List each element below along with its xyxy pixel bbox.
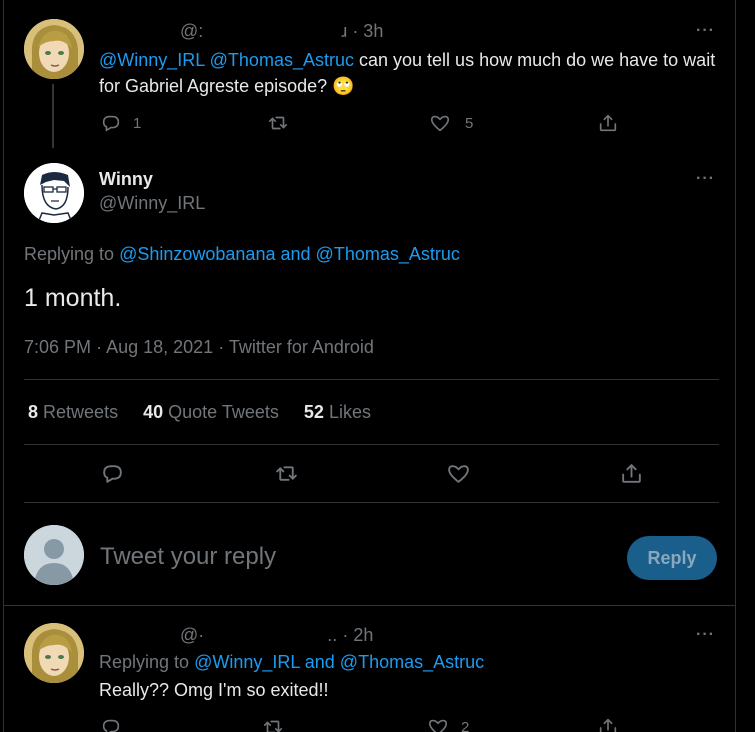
tweet1-reply-count: 1: [133, 114, 142, 132]
tweet3-time[interactable]: · 2h: [342, 625, 373, 645]
tweet3-like-count: 2: [461, 718, 470, 732]
tweet3-retweet-action[interactable]: [262, 716, 284, 732]
quote-tweets-stat[interactable]: 40 Quote Tweets: [143, 402, 279, 422]
tweet3-text: Really?? Omg I'm so exited!!: [99, 680, 329, 700]
my-avatar[interactable]: [24, 525, 84, 585]
tweet3-reply-action[interactable]: [100, 716, 122, 732]
tweet3-header: @· .. · 2h: [100, 625, 373, 646]
reply-icon: [103, 465, 122, 483]
engagement-stats: 8 Retweets 40 Quote Tweets 52 Likes: [28, 402, 371, 423]
author-handle[interactable]: @Winny_IRL: [99, 193, 205, 214]
tweet3-share-action[interactable]: [597, 716, 619, 732]
retweet-icon: [263, 720, 283, 732]
replying-user-thomas[interactable]: @Thomas_Astruc: [340, 652, 484, 672]
winny-avatar-icon: [24, 163, 84, 223]
divider: [4, 605, 735, 606]
tweet1-share-action[interactable]: [597, 112, 619, 134]
tweet3-more-icon[interactable]: ···: [696, 626, 715, 644]
default-user-icon: [24, 525, 84, 585]
tweet3-like-action[interactable]: 2: [427, 716, 469, 732]
main-retweet-action[interactable]: [274, 461, 299, 486]
tweet3-handle[interactable]: @·: [180, 625, 204, 645]
main-more-icon[interactable]: ···: [696, 170, 715, 188]
replying-and: and: [280, 244, 311, 264]
main-tweet-text: 1 month.: [24, 284, 122, 312]
tweet-source[interactable]: Twitter for Android: [229, 337, 374, 357]
heart-icon: [430, 115, 450, 132]
reply-icon: [102, 115, 120, 132]
reply-icon: [102, 719, 120, 732]
reply-input[interactable]: Tweet your reply: [100, 543, 276, 571]
replying-label: Replying to: [24, 244, 115, 264]
tweet3-name-fragment: ..: [327, 625, 338, 645]
tweet1-header: @: ɹ · 3h: [100, 21, 383, 42]
retweets-stat[interactable]: 8 Retweets: [28, 402, 118, 422]
main-replying-to: Replying to @Shinzowobanana and @Thomas_…: [24, 244, 460, 265]
share-icon: [622, 464, 641, 483]
retweet-icon: [276, 466, 297, 481]
author-name[interactable]: Winny: [99, 169, 153, 190]
main-tweet-meta: 7:06 PM · Aug 18, 2021 · Twitter for And…: [24, 337, 374, 357]
divider: [24, 444, 719, 445]
tweet-thread: @: ɹ · 3h ··· @Winny_IRL @Thomas_Astruc …: [3, 0, 736, 732]
share-icon: [599, 718, 617, 732]
rolling-eyes-emoji: 🙄: [332, 76, 355, 96]
tweet1-more-icon[interactable]: ···: [696, 22, 715, 40]
avatar-user1[interactable]: [24, 623, 84, 683]
tweet-date[interactable]: Aug 18, 2021: [106, 337, 213, 357]
replying-user-shinzo[interactable]: @Shinzowobanana: [119, 244, 275, 264]
avatar-winny[interactable]: [24, 163, 84, 223]
tweet-time[interactable]: 7:06 PM: [24, 337, 91, 357]
mention-winny[interactable]: @Winny_IRL: [99, 50, 205, 70]
heart-icon: [448, 465, 469, 483]
tweet1-like-action[interactable]: 5: [429, 112, 473, 134]
heart-icon: [428, 719, 448, 732]
tweet1-time[interactable]: · 3h: [352, 21, 383, 41]
main-share-action[interactable]: [619, 461, 644, 486]
share-icon: [599, 114, 617, 132]
thread-line: [52, 84, 54, 148]
tweet1-retweet-action[interactable]: [267, 112, 289, 134]
tweet1-name-fragment: ɹ: [341, 21, 348, 41]
divider: [24, 502, 719, 503]
replying-and: and: [304, 652, 335, 672]
mention-thomas[interactable]: @Thomas_Astruc: [210, 50, 354, 70]
tweet1-reply-action[interactable]: 1: [100, 112, 141, 134]
replying-user-winny[interactable]: @Winny_IRL: [194, 652, 300, 672]
main-reply-action[interactable]: [100, 461, 125, 486]
replying-label: Replying to: [99, 652, 190, 672]
reply-button[interactable]: Reply: [627, 536, 717, 580]
divider: [24, 379, 719, 380]
anime-avatar-icon: [24, 19, 84, 79]
anime-avatar-icon: [24, 623, 84, 683]
tweet1-like-count: 5: [465, 114, 474, 132]
main-like-action[interactable]: [446, 461, 471, 486]
tweet1-text: @Winny_IRL @Thomas_Astruc can you tell u…: [99, 47, 724, 99]
tweet3-replying-to: Replying to @Winny_IRL and @Thomas_Astru…: [99, 652, 484, 673]
retweet-icon: [268, 116, 288, 130]
avatar-user1[interactable]: [24, 19, 84, 79]
tweet1-handle[interactable]: @:: [180, 21, 203, 41]
likes-stat[interactable]: 52 Likes: [304, 402, 371, 422]
replying-user-thomas[interactable]: @Thomas_Astruc: [316, 244, 460, 264]
